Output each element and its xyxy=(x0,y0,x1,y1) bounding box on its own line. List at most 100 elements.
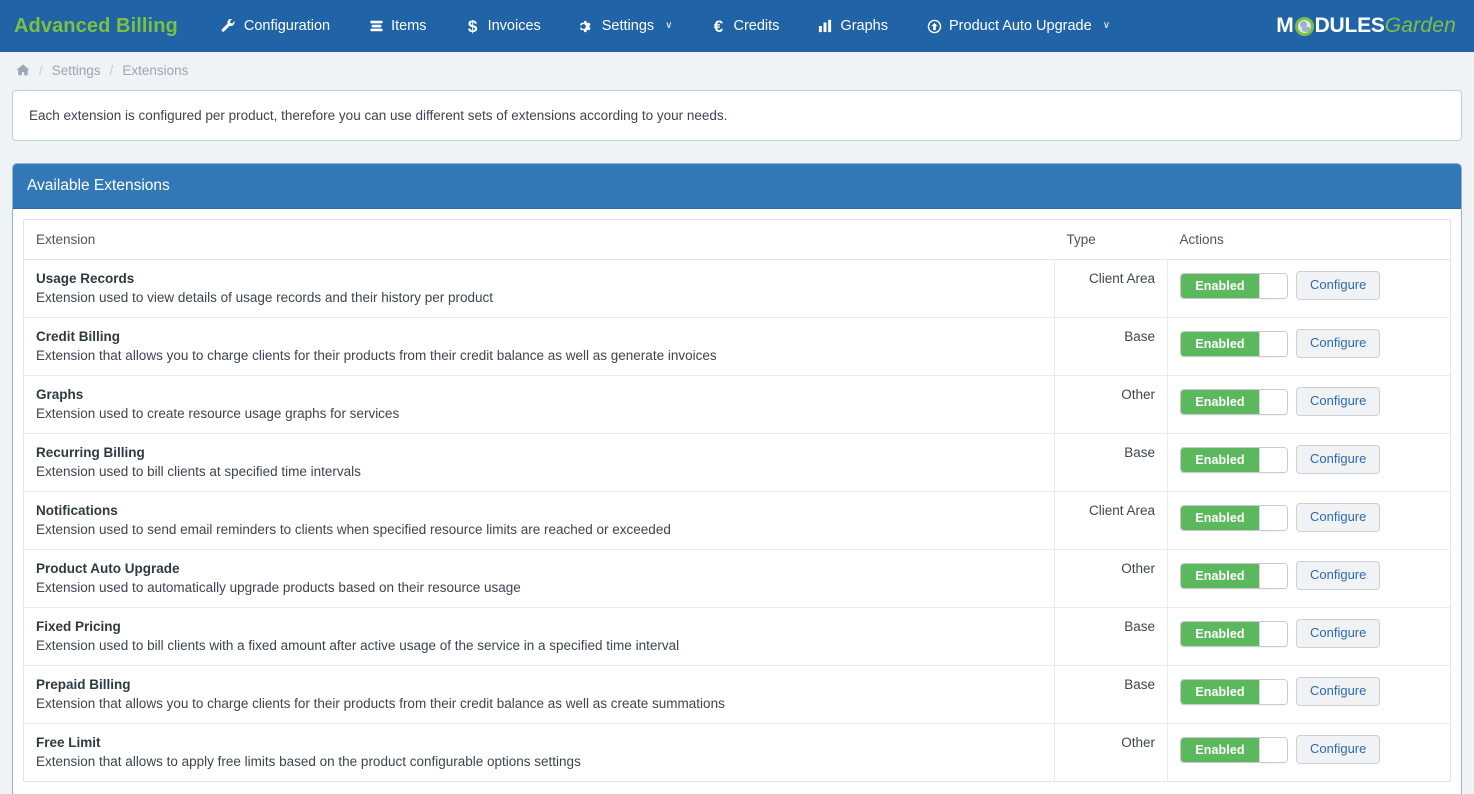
nav-item-graphs[interactable]: Graphs xyxy=(798,0,907,52)
extension-type: Client Area xyxy=(1055,260,1168,318)
configure-button[interactable]: Configure xyxy=(1296,271,1380,300)
bar-chart-icon xyxy=(817,18,833,34)
breadcrumb-item-settings[interactable]: Settings xyxy=(52,63,101,78)
configure-button[interactable]: Configure xyxy=(1296,387,1380,416)
modulesgarden-logo[interactable]: M DULES Garden xyxy=(1276,14,1456,38)
toggle-knob xyxy=(1259,506,1287,530)
server-list-icon xyxy=(368,18,384,34)
actions-wrapper: Enabled Configure xyxy=(1180,503,1438,532)
table-row: Prepaid Billing Extension that allows you… xyxy=(24,666,1451,724)
toggle-on-label: Enabled xyxy=(1181,622,1259,646)
configure-button[interactable]: Configure xyxy=(1296,329,1380,358)
enabled-toggle[interactable]: Enabled xyxy=(1180,447,1288,473)
toggle-knob xyxy=(1259,274,1287,298)
toggle-knob xyxy=(1259,738,1287,762)
breadcrumb-separator: / xyxy=(110,63,114,78)
extension-type: Base xyxy=(1055,666,1168,724)
circle-arrow-up-icon xyxy=(926,18,942,34)
table-row: Credit BillingExtension that allows you … xyxy=(24,318,1451,376)
toggle-on-label: Enabled xyxy=(1181,390,1259,414)
nav-item-label: Graphs xyxy=(840,0,888,52)
extension-cell: Credit BillingExtension that allows you … xyxy=(24,318,1055,376)
enabled-toggle[interactable]: Enabled xyxy=(1180,505,1288,531)
dollar-icon: $ xyxy=(465,18,481,34)
actions-cell: Enabled Configure xyxy=(1168,260,1451,318)
toggle-knob xyxy=(1259,622,1287,646)
actions-wrapper: Enabled Configure xyxy=(1180,561,1438,590)
actions-cell: Enabled Configure xyxy=(1168,376,1451,434)
configure-button[interactable]: Configure xyxy=(1296,561,1380,590)
extension-type: Other xyxy=(1055,724,1168,782)
actions-cell: Enabled Configure xyxy=(1168,608,1451,666)
extension-cell: Fixed Pricing Extension used to bill clie… xyxy=(24,608,1055,666)
nav-item-invoices[interactable]: $ Invoices xyxy=(446,0,560,52)
toggle-knob xyxy=(1259,564,1287,588)
enabled-toggle[interactable]: Enabled xyxy=(1180,679,1288,705)
configure-button[interactable]: Configure xyxy=(1296,677,1380,706)
actions-cell: Enabled Configure xyxy=(1168,318,1451,376)
configure-button[interactable]: Configure xyxy=(1296,619,1380,648)
toggle-on-label: Enabled xyxy=(1181,680,1259,704)
nav-item-settings[interactable]: Settings ∨ xyxy=(560,0,692,52)
actions-cell: Enabled Configure xyxy=(1168,724,1451,782)
table-row: Recurring Billing Extension used to bill … xyxy=(24,434,1451,492)
breadcrumb: / Settings / Extensions xyxy=(0,52,1474,88)
actions-cell: Enabled Configure xyxy=(1168,550,1451,608)
enabled-toggle[interactable]: Enabled xyxy=(1180,273,1288,299)
enabled-toggle[interactable]: Enabled xyxy=(1180,563,1288,589)
chevron-down-icon: ∨ xyxy=(665,0,672,52)
nav-item-label: Items xyxy=(391,0,426,52)
extension-cell: Usage RecordsExtension used to view deta… xyxy=(24,260,1055,318)
extension-description: Extension used to send email reminders t… xyxy=(36,522,1042,537)
extension-name: Recurring Billing xyxy=(36,445,1042,460)
nav-item-label: Product Auto Upgrade xyxy=(949,0,1092,52)
panel-title: Available Extensions xyxy=(13,164,1461,209)
nav-items: Configuration Items $ Invoices Settings … xyxy=(202,0,1129,52)
nav-item-label: Configuration xyxy=(244,0,330,52)
extension-name: Free Limit xyxy=(36,735,1042,750)
home-icon[interactable] xyxy=(16,63,30,77)
extension-description: Extension that allows you to charge clie… xyxy=(36,696,1042,711)
toggle-knob xyxy=(1259,390,1287,414)
table-row: GraphsExtension used to create resource … xyxy=(24,376,1451,434)
nav-item-credits[interactable]: € Credits xyxy=(692,0,799,52)
extension-name: Fixed Pricing xyxy=(36,619,1042,634)
extension-cell: Prepaid Billing Extension that allows you… xyxy=(24,666,1055,724)
table-header-row: Extension Type Actions xyxy=(24,220,1451,260)
table-body: Usage RecordsExtension used to view deta… xyxy=(24,260,1451,782)
extension-description: Extension used to bill clients at specif… xyxy=(36,464,1042,479)
nav-item-configuration[interactable]: Configuration xyxy=(202,0,349,52)
column-header-actions: Actions xyxy=(1168,220,1451,260)
nav-item-label: Credits xyxy=(734,0,780,52)
configure-button[interactable]: Configure xyxy=(1296,735,1380,764)
configure-button[interactable]: Configure xyxy=(1296,445,1380,474)
info-banner-text: Each extension is configured per product… xyxy=(29,108,727,123)
main-content: Each extension is configured per product… xyxy=(0,88,1474,794)
extension-name: Prepaid Billing xyxy=(36,677,1042,692)
enabled-toggle[interactable]: Enabled xyxy=(1180,737,1288,763)
nav-item-product-auto-upgrade[interactable]: Product Auto Upgrade ∨ xyxy=(907,0,1129,52)
actions-wrapper: Enabled Configure xyxy=(1180,329,1438,358)
extension-name: Graphs xyxy=(36,387,1042,402)
breadcrumb-item-extensions[interactable]: Extensions xyxy=(122,63,188,78)
enabled-toggle[interactable]: Enabled xyxy=(1180,389,1288,415)
table-row: NotificationsExtension used to send emai… xyxy=(24,492,1451,550)
table-row: Usage RecordsExtension used to view deta… xyxy=(24,260,1451,318)
toggle-knob xyxy=(1259,332,1287,356)
brand-advanced-billing[interactable]: Advanced Billing xyxy=(14,15,178,38)
nav-item-items[interactable]: Items xyxy=(349,0,445,52)
extension-type: Base xyxy=(1055,318,1168,376)
logo-text-dules: DULES xyxy=(1315,14,1385,38)
available-extensions-panel: Available Extensions Extension Type Acti… xyxy=(12,163,1462,794)
configure-button[interactable]: Configure xyxy=(1296,503,1380,532)
extension-cell: Product Auto UpgradeExtension used to au… xyxy=(24,550,1055,608)
extension-description: Extension used to bill clients with a fi… xyxy=(36,638,1042,653)
table-row: Product Auto UpgradeExtension used to au… xyxy=(24,550,1451,608)
actions-wrapper: Enabled Configure xyxy=(1180,445,1438,474)
nav-item-label: Settings xyxy=(602,0,654,52)
enabled-toggle[interactable]: Enabled xyxy=(1180,621,1288,647)
toggle-on-label: Enabled xyxy=(1181,738,1259,762)
extension-cell: GraphsExtension used to create resource … xyxy=(24,376,1055,434)
enabled-toggle[interactable]: Enabled xyxy=(1180,331,1288,357)
toggle-on-label: Enabled xyxy=(1181,506,1259,530)
